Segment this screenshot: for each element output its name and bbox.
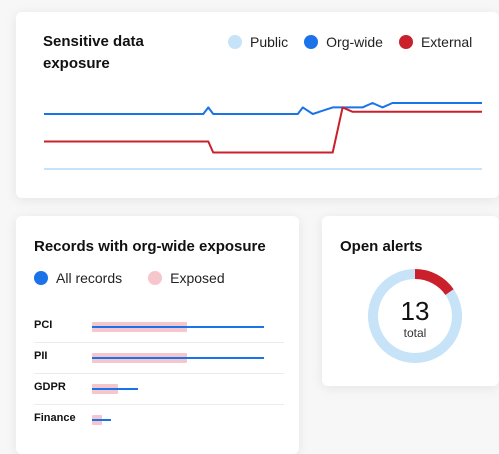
bar-all-records-pii xyxy=(92,357,264,359)
records-card-title: Records with org-wide exposure xyxy=(34,238,266,255)
legend-item-exposed[interactable]: Exposed xyxy=(148,270,225,286)
legend-label-all-records: All records xyxy=(56,270,123,286)
bar-all-records-pci xyxy=(92,326,264,328)
records-row-pci[interactable]: PCI xyxy=(34,312,284,343)
records-row-label: GDPR xyxy=(34,381,66,393)
bar-all-records-finance xyxy=(92,419,111,421)
alerts-card-title: Open alerts xyxy=(340,238,423,255)
bar-all-records-gdpr xyxy=(92,388,139,390)
alerts-total-value: 13 xyxy=(400,296,430,326)
records-row-finance[interactable]: Finance xyxy=(34,405,284,435)
records-bar-chart: PCI PII GDPR Finance xyxy=(34,312,284,435)
legend-item-all-records[interactable]: All records xyxy=(34,270,122,286)
open-alerts-card[interactable]: Open alerts 13 total xyxy=(322,216,499,386)
records-row-label: PII xyxy=(34,350,48,362)
records-legend: All records Exposed xyxy=(34,270,251,286)
legend-dot-exposed xyxy=(148,271,163,285)
sensitive-data-exposure-card: Sensitive data exposure Public Org-wide … xyxy=(16,12,499,198)
exposure-line-chart xyxy=(44,102,482,170)
legend-dot-all-records xyxy=(34,271,48,285)
legend-label-exposed: Exposed xyxy=(170,270,225,286)
records-row-pii[interactable]: PII xyxy=(34,343,284,374)
records-org-wide-exposure-card: Records with org-wide exposure All recor… xyxy=(16,216,299,454)
donut-slice-critical xyxy=(414,269,454,296)
records-row-label: PCI xyxy=(34,319,53,331)
records-row-gdpr[interactable]: GDPR xyxy=(34,374,284,405)
records-row-label: Finance xyxy=(34,412,76,424)
alerts-total-label: total xyxy=(403,326,427,340)
